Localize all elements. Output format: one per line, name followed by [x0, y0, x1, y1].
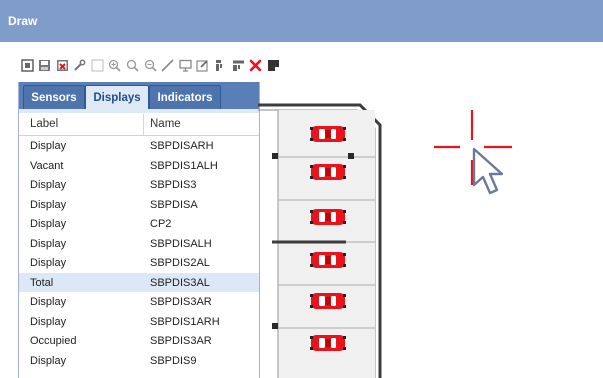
tab-sensors[interactable]: Sensors	[23, 85, 85, 109]
cell-name: SBPDISARH	[150, 140, 214, 152]
cell-label: Vacant	[30, 159, 64, 172]
table-row[interactable]: Display SBPDIS9	[19, 351, 259, 371]
table-row[interactable]: Occupied SBPDIS3AR	[19, 331, 259, 351]
table-row[interactable]: Display SBPDISALH	[19, 234, 259, 254]
table-row[interactable]: Vacant SBPDIS1ALH	[19, 156, 259, 176]
cell-label: Display	[30, 296, 67, 308]
table-row[interactable]: Display SBPDIS3	[19, 175, 259, 195]
column-header-name[interactable]: Name	[150, 118, 181, 130]
zoom-in-icon[interactable]	[108, 58, 122, 72]
table-row[interactable]: Display SBPDIS3AR	[19, 292, 259, 312]
cell-name: SBPDIS1ALH	[150, 159, 218, 172]
save-icon[interactable]	[38, 58, 52, 72]
wrench-icon[interactable]	[73, 58, 87, 72]
tab-indicators[interactable]: Indicators	[149, 85, 221, 109]
cell-name: SBPDIS2AL	[150, 257, 210, 269]
cell-name: SBPDIS3AR	[150, 296, 212, 308]
fill-icon[interactable]	[266, 58, 280, 72]
cell-label: Display	[30, 179, 67, 191]
sensor-marker[interactable]	[272, 323, 278, 329]
cell-name: CP2	[150, 218, 172, 230]
sensor-marker[interactable]	[272, 153, 278, 159]
car-icon[interactable]	[310, 335, 346, 351]
table-row[interactable]: Display SBPDIS2AL	[19, 253, 259, 273]
grid-icon[interactable]	[90, 58, 104, 72]
sensor-marker[interactable]	[348, 153, 354, 159]
cell-name: SBPDIS3AR	[150, 335, 212, 347]
align-top-icon[interactable]	[231, 58, 245, 72]
align-left-icon[interactable]	[214, 58, 228, 72]
line-icon[interactable]	[161, 58, 175, 72]
delete-file-icon[interactable]	[55, 58, 69, 72]
cell-label: Display	[30, 354, 67, 367]
car-icon[interactable]	[310, 126, 346, 142]
car-icon[interactable]	[310, 164, 346, 180]
zoom-out-icon[interactable]	[143, 58, 157, 72]
cell-name: SBPDIS3AL	[150, 276, 210, 289]
cell-label: Display	[30, 237, 67, 250]
edit-icon[interactable]	[196, 58, 210, 72]
car-icon[interactable]	[310, 293, 346, 309]
tab-bar: Sensors Displays Indicators	[19, 82, 259, 109]
column-divider[interactable]	[143, 114, 144, 135]
close-red-icon[interactable]	[249, 58, 263, 72]
table-row[interactable]: Display SBPDIS1ARH	[19, 312, 259, 332]
select-icon[interactable]	[20, 58, 34, 72]
car-icon[interactable]	[310, 252, 346, 268]
window-title: Draw	[8, 14, 38, 28]
cell-label: Display	[30, 140, 67, 152]
cell-label: Display	[30, 218, 67, 230]
table-header: Label Name	[19, 114, 259, 136]
column-header-label[interactable]: Label	[30, 118, 58, 130]
cell-label: Display	[30, 257, 67, 269]
cell-label: Display	[30, 315, 67, 328]
tab-strip	[19, 109, 259, 113]
window-titlebar: Draw	[0, 0, 603, 42]
tab-displays[interactable]: Displays	[85, 85, 149, 109]
car-icon[interactable]	[310, 209, 346, 225]
table-row[interactable]: Display CP2	[19, 214, 259, 234]
cell-name: SBPDIS9	[150, 354, 197, 367]
cell-name: SBPDIS1ARH	[150, 315, 220, 328]
toolbar	[20, 55, 284, 75]
zoom-reset-icon[interactable]	[126, 58, 140, 72]
table-row[interactable]: Display SBPDISARH	[19, 136, 259, 156]
cell-name: SBPDISALH	[150, 237, 212, 250]
cell-label: Occupied	[30, 335, 77, 347]
monitor-icon[interactable]	[178, 58, 192, 72]
displays-panel: Sensors Displays Indicators Label Name D…	[18, 82, 260, 378]
cell-label: Total	[30, 276, 54, 289]
cell-label: Display	[30, 198, 67, 211]
table-row[interactable]: Display SBPDISA	[19, 195, 259, 215]
crosshair-cursor	[434, 110, 512, 195]
cell-name: SBPDIS3	[150, 179, 197, 191]
mouse-pointer-icon	[472, 147, 504, 195]
table-row-selected[interactable]: Total SBPDIS3AL	[19, 272, 259, 292]
cell-name: SBPDISA	[150, 198, 198, 211]
